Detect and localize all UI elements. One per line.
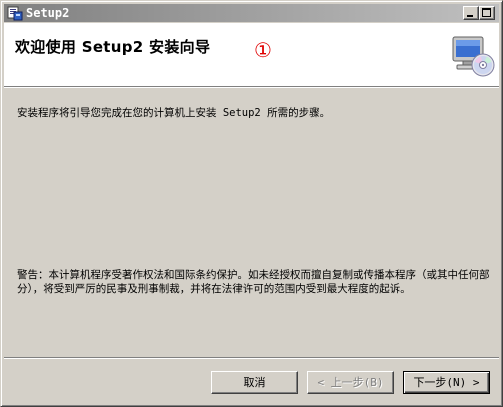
intro-text: 安装程序将引导您完成在您的计算机上安装 Setup2 所需的步骤。 bbox=[17, 107, 331, 119]
installer-app-icon[interactable] bbox=[7, 5, 23, 21]
window-title: Setup2 bbox=[26, 6, 70, 20]
cancel-button[interactable]: 取消 bbox=[211, 371, 298, 394]
step-badge: ① bbox=[254, 38, 272, 62]
footer-divider bbox=[4, 357, 499, 359]
header-divider bbox=[4, 86, 499, 88]
title-bar[interactable]: Setup2 bbox=[4, 4, 499, 22]
next-button[interactable]: 下一步(N) > bbox=[403, 371, 490, 394]
minimize-icon bbox=[467, 15, 473, 17]
setup-window: Setup2 欢迎使用 Setup2 安装向导 ① 安装程序将引导您完成在您的计… bbox=[0, 0, 503, 407]
page-title: 欢迎使用 Setup2 安装向导 bbox=[15, 38, 211, 56]
copyright-warning: 警告：本计算机程序受著作权法和国际条约保护。如未经授权而擅自复制或传播本程序（或… bbox=[17, 269, 490, 295]
minimize-button[interactable] bbox=[463, 6, 479, 20]
maximize-icon bbox=[482, 8, 491, 17]
computer-with-cd-icon bbox=[452, 36, 495, 77]
back-button[interactable]: < 上一步(B) bbox=[307, 371, 394, 394]
header-panel: 欢迎使用 Setup2 安装向导 ① bbox=[4, 23, 499, 86]
maximize-button[interactable] bbox=[479, 6, 495, 20]
